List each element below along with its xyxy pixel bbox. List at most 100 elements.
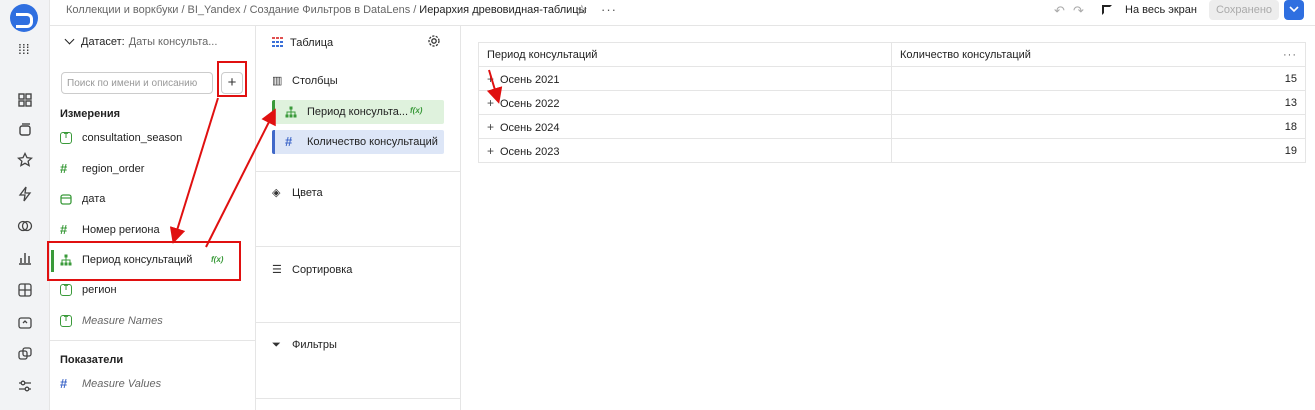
saved-button[interactable]: Сохранено [1209, 0, 1279, 20]
visualization-type-label: Таблица [290, 37, 334, 49]
field-item[interactable]: T Measure Names [50, 309, 255, 335]
undo-icon[interactable]: ↶ [1054, 3, 1065, 19]
expand-plus-icon[interactable]: + [487, 144, 496, 158]
result-table: Период консультаций Количество консульта… [478, 42, 1306, 163]
table-cell: + Осень 2022 [478, 90, 892, 115]
breadcrumb: Коллекции и воркбуки / BI_Yandex / Создание … [66, 4, 587, 16]
paint-bucket-icon: ◈ [272, 187, 281, 199]
breadcrumb-item[interactable]: Создание Фильтров в DataLens [250, 4, 411, 16]
table-cell: 13 [891, 90, 1306, 115]
annotation-box [217, 61, 247, 97]
favorite-star-icon[interactable]: ☆ [576, 2, 588, 18]
filters-title: ⏷ Фильтры [272, 339, 337, 352]
number-type-icon: # [60, 222, 68, 237]
table-more-icon[interactable]: ··· [1283, 49, 1297, 61]
field-label: Measure Values [82, 378, 162, 390]
field-label: Номер региона [82, 224, 160, 236]
field-label: дата [82, 193, 106, 205]
field-item[interactable]: # Measure Values [50, 372, 255, 398]
table-cell: 18 [891, 114, 1306, 139]
field-item[interactable]: T consultation_season [50, 126, 255, 152]
calendar-icon [60, 194, 72, 205]
table-cell: 19 [891, 138, 1306, 163]
cell-text: Осень 2022 [500, 97, 560, 110]
chevron-down-icon [1289, 6, 1299, 13]
more-menu-icon[interactable]: ··· [601, 2, 617, 17]
table-cell: 15 [891, 66, 1306, 91]
text-type-icon: T [60, 315, 72, 327]
collections-icon[interactable] [17, 122, 33, 138]
number-type-icon: # [285, 134, 293, 149]
visualization-type-selector[interactable]: Таблица [272, 36, 333, 49]
expand-plus-icon[interactable]: + [487, 72, 496, 86]
table-row: + Осень 2024 18 [478, 114, 1306, 139]
hierarchy-icon [285, 106, 297, 118]
chevron-down-icon [64, 34, 75, 45]
columns-icon: ▥ [272, 75, 283, 87]
logo-icon[interactable] [10, 4, 38, 32]
annotation-box [47, 241, 241, 281]
datasets-icon[interactable] [17, 282, 33, 298]
section-divider [50, 340, 255, 341]
column-header[interactable]: Количество консультаций ··· [891, 42, 1306, 67]
dashboard-icon[interactable] [17, 92, 33, 108]
expand-plus-icon[interactable]: + [487, 120, 496, 134]
dataset-label: Датасет: [81, 36, 125, 48]
fullscreen-icon[interactable] [1102, 5, 1112, 15]
charts-icon[interactable] [17, 250, 33, 266]
expand-plus-icon[interactable]: + [487, 96, 496, 110]
colors-title-label: Цвета [292, 187, 323, 199]
field-item[interactable]: дата [50, 187, 255, 213]
column-header-label: Количество консультаций [900, 48, 1031, 61]
top-header: Коллекции и воркбуки / BI_Yandex / Создание … [50, 0, 1315, 26]
field-item[interactable]: T регион [50, 278, 255, 304]
table-cell: + Осень 2023 [478, 138, 892, 163]
app-rail: ⁞⁞⁞ [0, 0, 50, 410]
columns-title: ▥ Столбцы [272, 74, 338, 87]
lightning-icon[interactable] [17, 186, 33, 202]
column-chip-label: Период консульта... [307, 106, 409, 118]
column-chip[interactable]: # Количество консультаций [272, 130, 444, 154]
dataset-selector[interactable]: Датасет: Даты консульта... [64, 34, 218, 48]
table-header-row: Период консультаций Количество консульта… [478, 42, 1306, 67]
table-row: + Осень 2021 15 [478, 66, 1306, 91]
apps-grid-icon[interactable]: ⁞⁞⁞ [18, 42, 32, 56]
connections-icon[interactable] [17, 218, 33, 234]
breadcrumb-current: Иерархия древовидная-таблицы [419, 4, 587, 16]
table-cell: + Осень 2021 [478, 66, 892, 91]
redo-icon[interactable]: ↷ [1073, 3, 1084, 19]
sort-section[interactable]: ☰ Сортировка [256, 247, 461, 323]
columns-section: ▥ Столбцы Период консульта... f(x) # Коли… [256, 60, 461, 172]
field-label: регион [82, 284, 117, 296]
breadcrumb-item[interactable]: BI_Yandex [188, 4, 241, 16]
table-icon [272, 37, 284, 47]
fullscreen-button[interactable]: На весь экран [1125, 4, 1197, 16]
gear-icon[interactable] [427, 34, 441, 48]
column-header-label: Период консультаций [487, 48, 598, 61]
colors-section[interactable]: ◈ Цвета [256, 172, 461, 247]
field-label: region_order [82, 163, 145, 175]
cell-text: Осень 2024 [500, 121, 560, 134]
breadcrumb-item[interactable]: Коллекции и воркбуки [66, 4, 178, 16]
table-row: + Осень 2022 13 [478, 90, 1306, 115]
number-type-icon: # [60, 161, 68, 176]
save-dropdown-button[interactable] [1284, 0, 1304, 20]
search-input[interactable] [61, 72, 213, 94]
settings-sliders-icon[interactable] [17, 378, 33, 394]
column-chip-label: Количество консультаций [307, 136, 438, 148]
star-icon[interactable] [17, 152, 33, 168]
field-item[interactable]: # region_order [50, 157, 255, 183]
layers-icon[interactable] [17, 346, 33, 362]
storage-icon[interactable] [17, 314, 33, 330]
field-label: Measure Names [82, 315, 163, 327]
table-cell: + Осень 2024 [478, 114, 892, 139]
measures-title: Показатели [60, 354, 124, 366]
column-header[interactable]: Период консультаций [478, 42, 892, 67]
dataset-value[interactable]: Даты консульта... [129, 36, 218, 48]
cell-text: Осень 2023 [500, 145, 560, 158]
sort-icon: ☰ [272, 264, 282, 276]
filter-funnel-icon: ⏷ [272, 339, 281, 351]
filters-section[interactable]: ⏷ Фильтры [256, 323, 461, 399]
column-chip[interactable]: Период консульта... f(x) [272, 100, 444, 124]
dimensions-title: Измерения [60, 108, 121, 120]
